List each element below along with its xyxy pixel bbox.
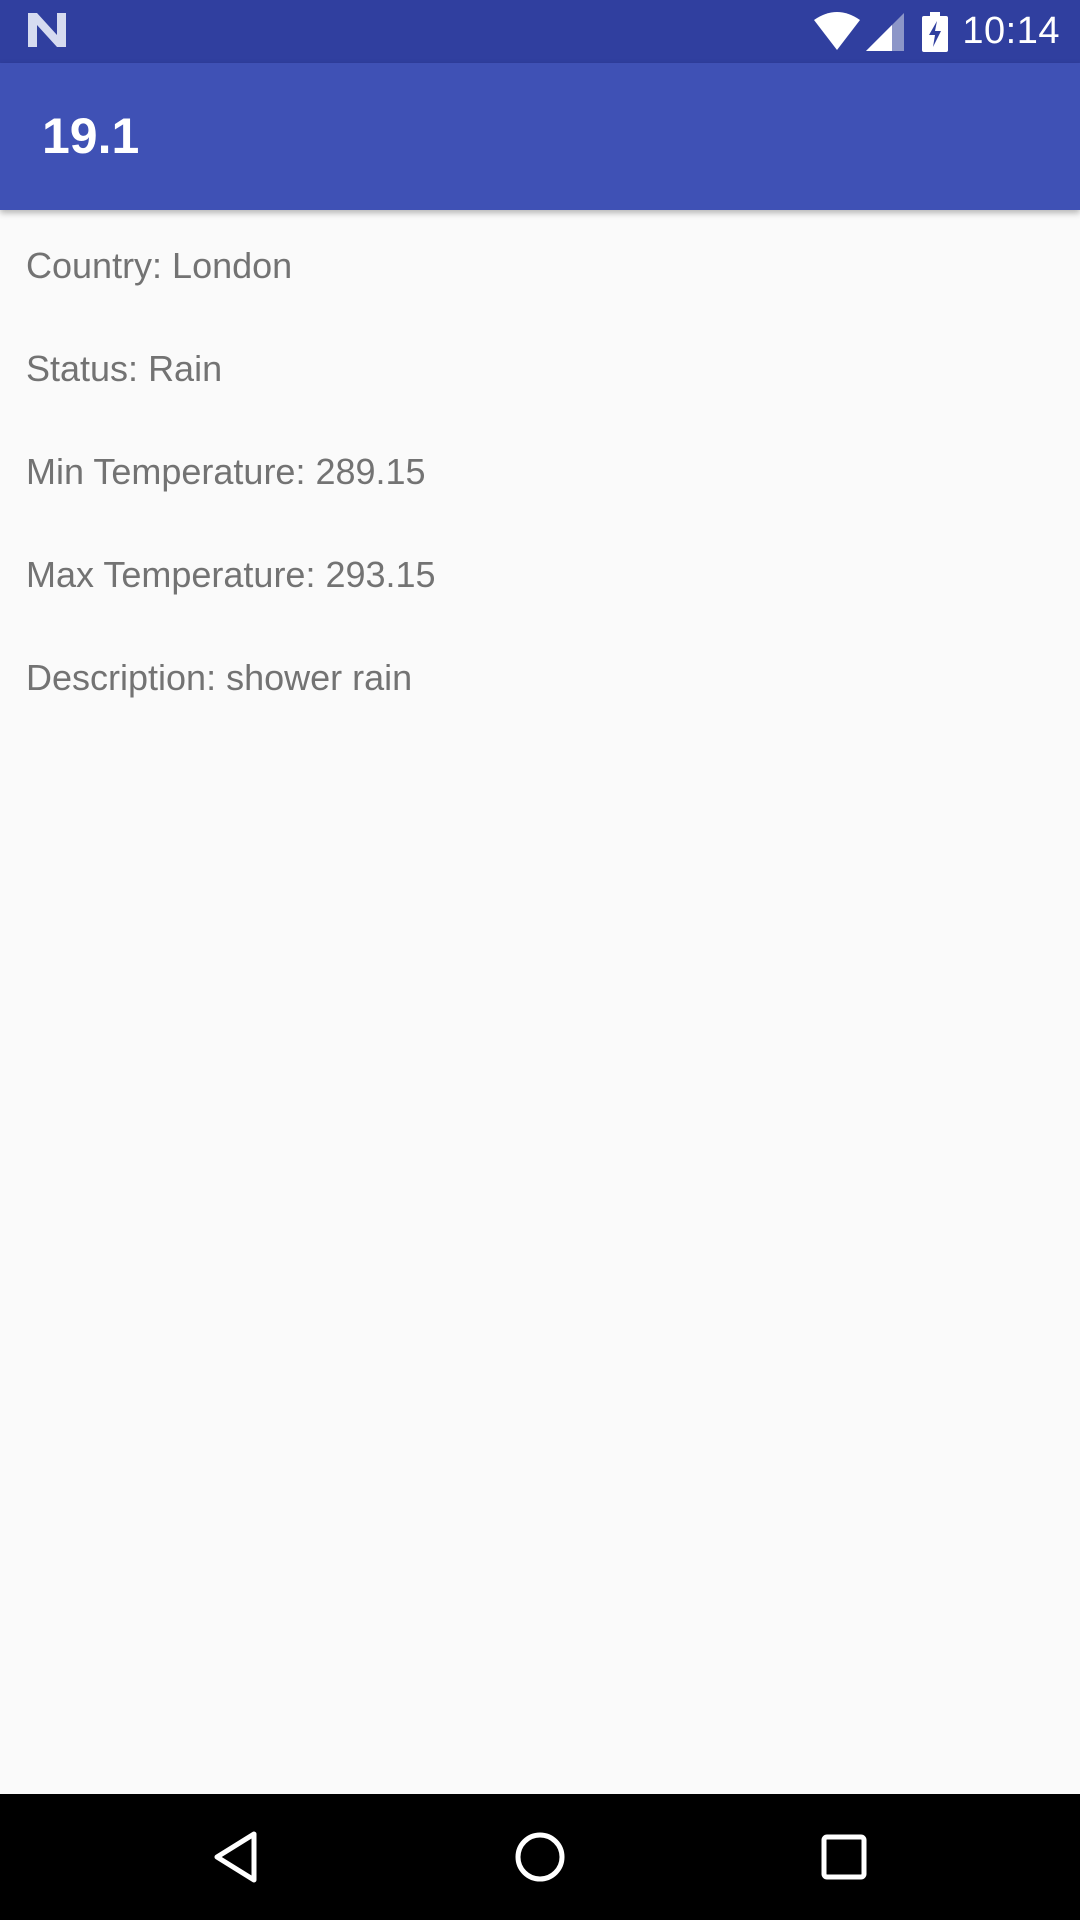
- min-temperature-text: Min Temperature: 289.15: [26, 451, 426, 492]
- home-icon: [515, 1832, 565, 1882]
- status-text: Status: Rain: [26, 348, 223, 389]
- status-clock: 10:14: [962, 10, 1060, 52]
- recents-icon: [821, 1834, 867, 1880]
- page-title: 19.1: [42, 108, 140, 164]
- recents-button[interactable]: [774, 1794, 914, 1920]
- status-bar: 10:14: [0, 0, 1080, 63]
- description-text: Description: shower rain: [26, 657, 413, 698]
- max-temperature-text: Max Temperature: 293.15: [26, 554, 436, 595]
- app-bar: 19.1: [0, 63, 1080, 210]
- country-text: Country: London: [26, 245, 293, 286]
- n-logo-icon: [28, 13, 66, 47]
- navigation-bar: [0, 1794, 1080, 1920]
- back-icon: [214, 1831, 257, 1883]
- back-button[interactable]: [166, 1794, 306, 1920]
- wifi-icon: [814, 11, 861, 50]
- home-button[interactable]: [470, 1794, 610, 1920]
- battery-charging-icon: [922, 11, 949, 52]
- signal-icon: [866, 12, 905, 51]
